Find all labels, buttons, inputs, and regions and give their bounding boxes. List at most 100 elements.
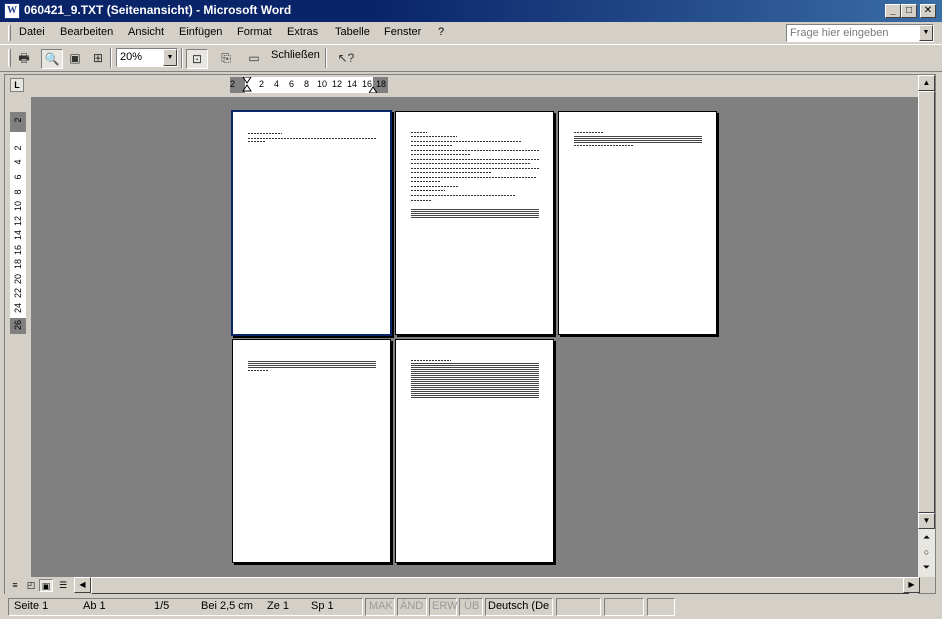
ruler-tick: 6 — [289, 79, 295, 89]
text-block — [248, 361, 376, 368]
ruler-tick: 2 — [230, 79, 236, 89]
page-thumbnail-3[interactable] — [558, 111, 717, 335]
normal-view-icon[interactable]: ≡ — [8, 579, 22, 592]
toolbar-separator — [325, 48, 327, 68]
menu-bearbeiten[interactable]: Bearbeiten — [60, 26, 113, 38]
status-pages: 1/5 — [154, 600, 170, 612]
horizontal-ruler[interactable]: 2 2 4 6 8 10 12 14 16 18 — [230, 77, 388, 93]
ruler-tick: 8 — [13, 189, 23, 195]
select-browse-object-icon[interactable]: ○ — [920, 547, 933, 557]
text-line — [411, 136, 457, 137]
text-line — [411, 163, 531, 164]
ruler-tick: 18 — [376, 79, 387, 89]
minimize-button[interactable]: _ — [885, 4, 901, 18]
status-position-panel — [8, 598, 363, 616]
indent-marker-icon[interactable] — [242, 77, 252, 95]
view-ruler-icon[interactable]: ⊡ — [186, 49, 208, 69]
zoom-value: 20% — [120, 51, 143, 63]
text-line — [248, 370, 268, 371]
zoom-select[interactable]: 20% ▼ — [116, 48, 178, 67]
text-line — [411, 200, 431, 201]
status-empty-panel — [647, 598, 675, 616]
page-thumbnail-2[interactable] — [395, 111, 554, 335]
web-layout-icon[interactable]: ◰ — [24, 579, 38, 592]
status-bar: Seite 1 Ab 1 1/5 Bei 2,5 cm Ze 1 Sp 1 MA… — [0, 596, 942, 619]
text-line — [411, 150, 539, 151]
text-line — [248, 133, 282, 134]
vertical-ruler[interactable]: 2 2 4 6 8 10 12 14 16 18 20 22 24 26 — [10, 112, 26, 334]
text-line — [574, 132, 604, 133]
text-line — [248, 141, 266, 142]
status-page: Seite 1 — [14, 600, 49, 612]
word-app-icon[interactable]: W — [4, 3, 20, 19]
menu-grip[interactable] — [8, 25, 11, 41]
text-line — [248, 138, 376, 139]
text-line — [411, 141, 521, 142]
text-line — [574, 145, 634, 146]
menu-datei[interactable]: Datei — [19, 26, 45, 38]
status-line: Ze 1 — [267, 600, 290, 612]
ruler-tick: 22 — [13, 288, 23, 299]
menu-einfuegen[interactable]: Einfügen — [179, 26, 222, 38]
page-thumbnail-1[interactable] — [231, 110, 392, 336]
page-thumbnail-4[interactable] — [232, 339, 391, 563]
text-line — [411, 181, 441, 182]
page-thumbnail-5[interactable] — [395, 339, 554, 563]
ruler-tick: 10 — [317, 79, 328, 89]
ruler-tick: 24 — [13, 303, 23, 314]
shrink-to-fit-icon[interactable]: ⎘ — [215, 49, 237, 69]
ruler-tick: 4 — [13, 159, 23, 165]
print-layout-icon[interactable]: ▣ — [39, 579, 53, 592]
previous-page-icon[interactable]: ⏶ — [920, 532, 933, 543]
horizontal-scroll-thumb[interactable] — [91, 577, 909, 594]
menu-help[interactable]: ? — [438, 26, 444, 38]
status-mak: MAK — [369, 600, 393, 612]
chevron-down-icon[interactable]: ▼ — [163, 49, 177, 66]
vertical-scroll-thumb[interactable] — [918, 91, 935, 513]
context-help-icon[interactable]: ↖? — [331, 49, 361, 69]
scroll-right-icon[interactable]: ▶ — [903, 577, 920, 593]
menu-format[interactable]: Format — [237, 26, 272, 38]
menu-extras[interactable]: Extras — [287, 26, 318, 38]
status-language: Deutsch (De — [488, 600, 550, 612]
toolbar-separator — [110, 48, 112, 68]
close-preview-button[interactable]: Schließen — [271, 49, 320, 61]
text-line — [411, 186, 459, 187]
horizontal-scrollbar-area: ≡ ◰ ▣ ☰ ◀ ▶ — [5, 577, 920, 594]
menu-ansicht[interactable]: Ansicht — [128, 26, 164, 38]
text-line — [411, 145, 453, 146]
full-screen-icon[interactable]: ▭ — [243, 49, 265, 69]
right-indent-marker-icon[interactable] — [369, 85, 377, 93]
next-page-icon[interactable]: ⏷ — [920, 562, 933, 573]
status-empty-panel — [604, 598, 644, 616]
multiple-pages-icon[interactable]: ⊞ — [87, 49, 109, 69]
text-line — [411, 154, 471, 155]
tab-selector[interactable]: L — [10, 78, 24, 92]
ruler-tick: 14 — [347, 79, 358, 89]
print-icon[interactable]: 🖶 — [13, 49, 35, 69]
scroll-down-icon[interactable]: ▼ — [918, 513, 935, 529]
menu-fenster[interactable]: Fenster — [384, 26, 421, 38]
toolbar-separator — [181, 48, 183, 68]
toolbar-grip[interactable] — [8, 49, 11, 67]
help-question-input[interactable]: Frage hier eingeben ▼ — [786, 24, 934, 42]
one-page-icon[interactable]: ▣ — [64, 49, 86, 69]
ruler-tick: 14 — [13, 230, 23, 241]
ruler-tick: 2 — [259, 79, 265, 89]
ruler-tick: 26 — [13, 320, 23, 331]
menu-tabelle[interactable]: Tabelle — [335, 26, 370, 38]
maximize-button[interactable]: □ — [901, 4, 917, 18]
outline-view-icon[interactable]: ☰ — [56, 579, 70, 592]
chevron-down-icon[interactable]: ▼ — [919, 25, 933, 41]
text-line — [411, 195, 515, 196]
scroll-left-icon[interactable]: ◀ — [74, 577, 91, 593]
text-line — [411, 177, 536, 178]
ruler-tick: 8 — [304, 79, 310, 89]
text-line — [411, 360, 451, 361]
status-ueb: ÜB — [464, 600, 480, 612]
close-window-button[interactable]: ✕ — [920, 4, 936, 18]
status-section: Ab 1 — [83, 600, 106, 612]
help-placeholder: Frage hier eingeben — [790, 27, 889, 39]
scroll-up-icon[interactable]: ▲ — [918, 75, 935, 91]
magnifier-icon[interactable]: 🔍 — [41, 49, 63, 69]
